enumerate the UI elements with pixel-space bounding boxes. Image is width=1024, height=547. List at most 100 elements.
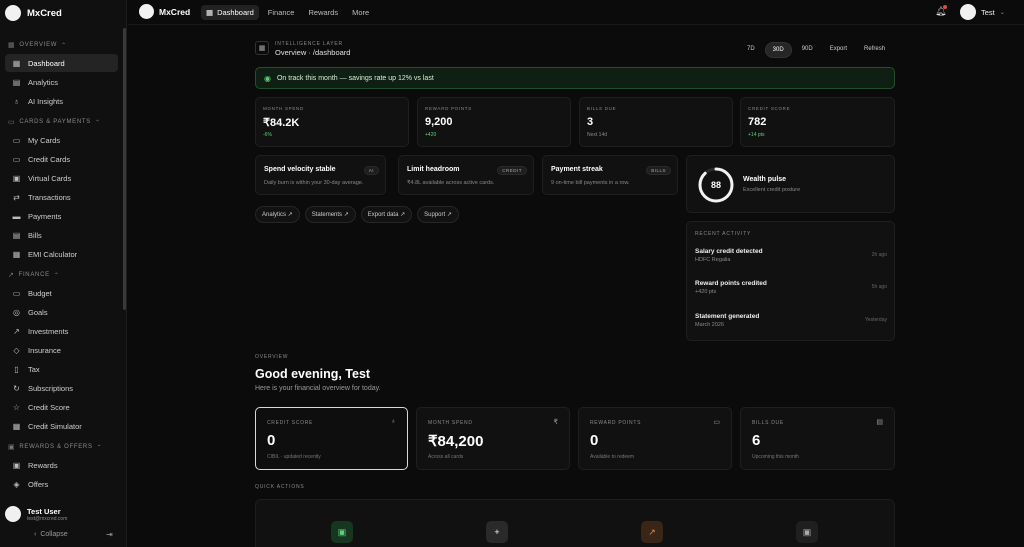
- insight-card-spend-velocity[interactable]: Spend velocity stable AI Daily burn is w…: [255, 155, 386, 195]
- section-rewards-offers[interactable]: ▣ REWARDS & OFFERS ⌃: [8, 442, 102, 452]
- sidebar-item-offers[interactable]: ◈ Offers: [5, 475, 118, 493]
- sidebar-item-label: Rewards: [28, 460, 58, 470]
- sidebar-item-subscriptions[interactable]: ↻ Subscriptions: [5, 379, 118, 397]
- list-item[interactable]: Salary credit detected HDFC Regalia 2h a…: [695, 248, 887, 263]
- stat-card-reward-points[interactable]: REWARD POINTS 9,200 +420: [417, 97, 571, 147]
- layout-icon: ▦: [255, 41, 269, 55]
- sidebar-item-analytics[interactable]: ▤ Analytics: [5, 73, 118, 91]
- stat-label: REWARD POINTS: [590, 420, 642, 426]
- overview-card-credit-score[interactable]: CREDIT SCORE ♁ 0 CIBIL · updated recentl…: [255, 407, 408, 470]
- gift-icon: ▣: [12, 460, 21, 470]
- sidebar-item-goals[interactable]: ◎ Goals: [5, 303, 118, 321]
- sidebar-user[interactable]: Test User test@mxcred.com: [5, 503, 120, 525]
- quick-links: Analytics ↗ Statements ↗ Export data ↗ S…: [255, 206, 459, 223]
- export-data-link[interactable]: Export data ↗: [360, 206, 413, 223]
- tab-more[interactable]: More: [347, 5, 374, 20]
- recent-activity-title: RECENT ACTIVITY: [695, 231, 752, 237]
- sidebar-item-transactions[interactable]: ⇄ Transactions: [5, 188, 118, 206]
- stat-label: MONTH SPEND: [428, 420, 473, 426]
- stat-sub: CIBIL · updated recently: [267, 454, 321, 460]
- sidebar-item-tax[interactable]: ▯ Tax: [5, 360, 118, 378]
- statements-link[interactable]: Statements ↗: [304, 206, 356, 223]
- sidebar-item-dashboard[interactable]: ▦ Dashboard: [5, 54, 118, 72]
- stat-card-credit-score[interactable]: CREDIT SCORE 782 +14 pts: [740, 97, 895, 147]
- range-7d-button[interactable]: 7D: [740, 42, 762, 58]
- export-button[interactable]: Export: [823, 42, 854, 58]
- section-overview[interactable]: ▦ OVERVIEW ⌃: [8, 40, 67, 50]
- sidebar-scrollbar[interactable]: [123, 28, 126, 310]
- sidebar-item-my-cards[interactable]: ▭ My Cards: [5, 131, 118, 149]
- wallet-icon[interactable]: ▣: [331, 521, 353, 543]
- collapse-button[interactable]: ‹ Collapse: [34, 531, 68, 538]
- sidebar-item-credit-cards[interactable]: ▭ Credit Cards: [5, 150, 118, 168]
- stat-label: REWARD POINTS: [425, 106, 472, 111]
- sidebar-item-ai-insights[interactable]: ♁ AI Insights: [5, 92, 118, 110]
- support-link[interactable]: Support ↗: [417, 206, 459, 223]
- section-finance[interactable]: ↗ FINANCE ⌃: [8, 270, 60, 280]
- sidebar-item-label: AI Insights: [28, 96, 64, 106]
- wallet-icon: ▭: [12, 288, 21, 298]
- sidebar-item-insurance[interactable]: ◇ Insurance: [5, 341, 118, 359]
- grid-icon: ▦: [8, 42, 16, 49]
- sidebar-item-credit-simulator[interactable]: ▦ Credit Simulator: [5, 417, 118, 435]
- stat-delta: -6%: [263, 132, 272, 138]
- insight-card-payment-streak[interactable]: Payment streak BILLS 9 on-time bill paym…: [542, 155, 678, 195]
- wealth-pulse-title: Wealth pulse: [743, 176, 787, 183]
- insight-tag: CREDIT: [497, 166, 527, 175]
- analytics-link[interactable]: Analytics ↗: [255, 206, 300, 223]
- target-icon: ◎: [13, 307, 20, 317]
- gift-icon[interactable]: ▣: [796, 521, 818, 543]
- logout-icon[interactable]: ⇥: [106, 530, 113, 539]
- chevron-up-icon: ⌃: [94, 119, 101, 126]
- sidebar-item-bills[interactable]: ▤ Bills: [5, 226, 118, 244]
- tab-label: Dashboard: [217, 8, 254, 17]
- activity-time: Yesterday: [864, 317, 887, 323]
- sidebar-item-label: Tax: [28, 364, 40, 374]
- refresh-button[interactable]: Refresh: [857, 42, 892, 58]
- sidebar-item-label: Offers: [28, 479, 49, 489]
- overview-card-reward-points[interactable]: REWARD POINTS ▭ 0 Available to redeem: [578, 407, 732, 470]
- stat-card-month-spend[interactable]: MONTH SPEND ₹84.2K -6%: [255, 97, 409, 147]
- activity-title: Salary credit detected: [695, 248, 763, 255]
- sidebar-item-rewards[interactable]: ▣ Rewards: [5, 456, 118, 474]
- chevron-left-icon: ‹: [34, 531, 37, 538]
- insight-card-limit-headroom[interactable]: Limit headroom CREDIT ₹4.8L available ac…: [398, 155, 534, 195]
- tab-dashboard[interactable]: ▦ Dashboard: [201, 5, 259, 20]
- sidebar-item-label: EMI Calculator: [28, 249, 78, 259]
- user-menu[interactable]: Test ⌄: [960, 4, 1005, 20]
- topbar-brand[interactable]: MxCred: [139, 4, 190, 19]
- section-cards-payments[interactable]: ▭ CARDS & PAYMENTS ⌃: [8, 117, 101, 127]
- card-icon: ▭: [8, 119, 16, 126]
- insight-tag: BILLS: [646, 166, 671, 175]
- sidebar-item-virtual-cards[interactable]: ▣ Virtual Cards: [5, 169, 118, 187]
- grid-icon: ▦: [206, 8, 214, 17]
- overview-card-bills-due[interactable]: BILLS DUE ▤ 6 Upcoming this month: [740, 407, 895, 470]
- trend-icon[interactable]: ↗: [641, 521, 663, 543]
- sidebar-item-investments[interactable]: ↗ Investments: [5, 322, 118, 340]
- list-item[interactable]: Statement generated March 2026 Yesterday: [695, 313, 887, 328]
- tab-finance[interactable]: Finance: [263, 5, 300, 20]
- range-90d-button[interactable]: 90D: [795, 42, 820, 58]
- sidebar-item-payments[interactable]: ▬ Payments: [5, 207, 118, 225]
- chevron-up-icon: ⌃: [53, 272, 60, 279]
- receipt-icon: ▯: [14, 364, 19, 374]
- sidebar-item-emi-calculator[interactable]: ▦ EMI Calculator: [5, 245, 118, 263]
- stat-sub: Available to redeem: [590, 454, 635, 460]
- list-item[interactable]: Reward points credited +420 pts 5h ago: [695, 280, 887, 295]
- wealth-pulse-card[interactable]: 88 Wealth pulse Excellent credit posture: [686, 155, 895, 213]
- stat-label: CREDIT SCORE: [748, 106, 791, 111]
- stat-label: CREDIT SCORE: [267, 420, 314, 426]
- insight-desc: ₹4.8L available across active cards.: [407, 180, 495, 186]
- sidebar-item-credit-score[interactable]: ☆ Credit Score: [5, 398, 118, 416]
- plus-icon[interactable]: +: [486, 521, 508, 543]
- tab-rewards[interactable]: Rewards: [303, 5, 343, 20]
- overview-card-month-spend[interactable]: MONTH SPEND ₹ ₹84,200 Across all cards: [416, 407, 570, 470]
- range-30d-button[interactable]: 30D: [764, 42, 792, 58]
- activity-title: Statement generated: [695, 313, 760, 320]
- sidebar-item-budget[interactable]: ▭ Budget: [5, 284, 118, 302]
- sidebar-brand[interactable]: MxCred: [5, 4, 62, 22]
- insight-title: Limit headroom: [407, 166, 460, 173]
- header-eyebrow: INTELLIGENCE LAYER: [275, 41, 343, 47]
- stat-card-bills-due[interactable]: BILLS DUE 3 Next 14d: [579, 97, 733, 147]
- sidebar-item-label: Credit Simulator: [28, 421, 82, 431]
